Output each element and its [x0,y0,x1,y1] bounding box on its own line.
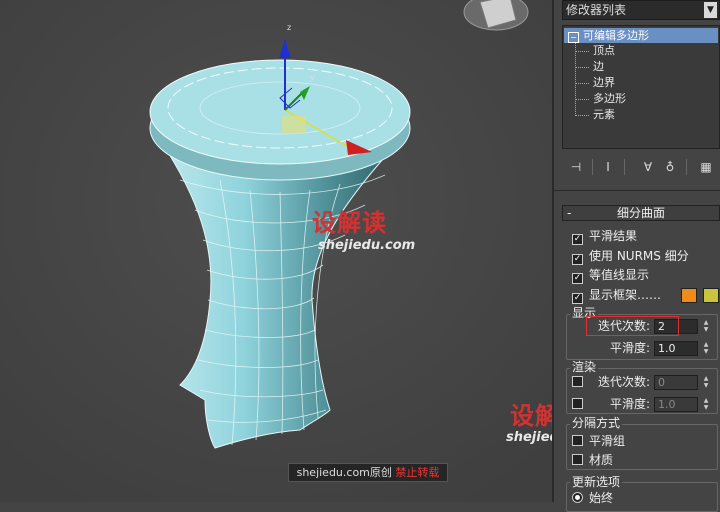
footer-notice: shejiedu.com原创 禁止转载 [288,463,448,482]
viewport-canvas[interactable]: z y [0,0,552,502]
checkbox-label: 材质 [589,453,614,467]
render-smoothness-label: 平滑度: [610,397,651,411]
stack-item-editable-poly[interactable]: − 可编辑多边形 [564,28,718,43]
chevron-down-icon[interactable]: ▼ [704,2,717,18]
display-smoothness-label: 平滑度: [610,341,651,355]
configure-sets-icon[interactable]: ▦ [696,157,716,177]
render-iterations-spinner[interactable]: ▲ ▼ [702,375,710,390]
group-separate-by-title: 分隔方式 [570,416,623,430]
render-smoothness-spinner[interactable]: ▲ ▼ [702,397,710,412]
stack-root-label: 可编辑多边形 [583,29,649,42]
render-smoothness-checkbox[interactable] [572,398,583,409]
checkbox-icon[interactable] [572,454,583,465]
display-smoothness-spinner[interactable]: ▲ ▼ [702,341,710,356]
show-end-result-icon[interactable]: Ⅰ [598,157,618,177]
rollout-subdivision-surface[interactable]: - 细分曲面 [562,205,720,221]
checkbox-label: 平滑结果 [589,229,638,243]
cage-color-swatch-1[interactable] [681,288,697,303]
svg-text:y: y [310,73,315,82]
footer-site: shejiedu.com原创 [296,466,392,479]
render-iterations-checkbox[interactable] [572,376,583,387]
remove-modifier-icon[interactable]: ♁ [660,157,680,177]
checkbox-icon[interactable]: ✓ [572,254,583,265]
checkbox-materials[interactable]: 材质 [572,452,613,468]
tree-branch [575,115,589,116]
checkbox-label: 平滑组 [589,434,626,448]
collapse-icon[interactable]: − [568,32,579,43]
checkbox-icon[interactable]: ✓ [572,293,583,304]
display-smoothness-input[interactable]: 1.0 [654,341,698,356]
make-unique-icon[interactable]: ∀ [638,157,658,177]
radio-label: 始终 [589,491,614,505]
checkbox-icon[interactable]: ✓ [572,273,583,284]
render-iterations-label: 迭代次数: [598,375,651,389]
footer-warning: 禁止转载 [395,466,440,479]
checkbox-show-cage[interactable]: ✓ 显示框架…… [572,287,662,304]
radio-icon[interactable] [572,492,583,503]
tree-branch [575,51,589,52]
checkbox-label: 显示框架…… [589,288,662,302]
group-render-title: 渲染 [570,360,599,374]
checkbox-label: 等值线显示 [589,268,650,282]
rollout-title: 细分曲面 [616,206,665,220]
stack-toolbar: ⊣ Ⅰ ∀ ♁ ▦ [562,157,720,179]
cage-color-swatch-2[interactable] [703,288,719,303]
3d-viewport[interactable]: z y [0,0,552,502]
checkbox-smoothing-groups[interactable]: 平滑组 [572,433,625,449]
display-iterations-spinner[interactable]: ▲ ▼ [702,319,710,334]
group-update-options-title: 更新选项 [570,475,623,489]
checkbox-smooth-result[interactable]: ✓ 平滑结果 [572,228,638,245]
modifier-stack[interactable]: − 可编辑多边形 顶点 边 边界 多边形 元素 [562,25,720,149]
stack-item-edge[interactable]: 边 [593,60,604,74]
radio-always[interactable]: 始终 [572,490,613,506]
highlight-frame [586,316,679,336]
tree-branch [575,99,589,100]
pin-stack-icon[interactable]: ⊣ [566,157,586,177]
modifier-list-dropdown[interactable]: 修改器列表 ▼ [562,0,720,20]
checkbox-icon[interactable]: ✓ [572,234,583,245]
tree-branch [575,83,589,84]
stack-item-border[interactable]: 边界 [593,76,615,90]
stack-item-vertex[interactable]: 顶点 [593,44,615,58]
watermark-cn-1: 设解读 [312,209,387,237]
render-smoothness-input[interactable]: 1.0 [654,397,698,412]
toolbar-divider [624,159,625,175]
stack-item-polygon[interactable]: 多边形 [593,92,626,106]
panel-divider [554,190,720,191]
toolbar-divider [592,159,593,175]
checkbox-label: 使用 NURMS 细分 [589,249,689,263]
checkbox-isoline-display[interactable]: ✓ 等值线显示 [572,267,650,284]
stack-item-element[interactable]: 元素 [593,108,615,122]
watermark-en-1: shejiedu.com [318,238,416,253]
checkbox-icon[interactable] [572,435,583,446]
modifier-list-label: 修改器列表 [566,3,627,17]
tree-branch [575,67,589,68]
modify-panel: 修改器列表 ▼ − 可编辑多边形 顶点 边 边界 多边形 元素 ⊣ Ⅰ ∀ ♁ ▦… [552,0,720,512]
render-iterations-input[interactable]: 0 [654,375,698,390]
toolbar-divider [686,159,687,175]
tree-line [575,43,576,116]
checkbox-use-nurms[interactable]: ✓ 使用 NURMS 细分 [572,248,689,265]
svg-text:z: z [287,23,291,32]
